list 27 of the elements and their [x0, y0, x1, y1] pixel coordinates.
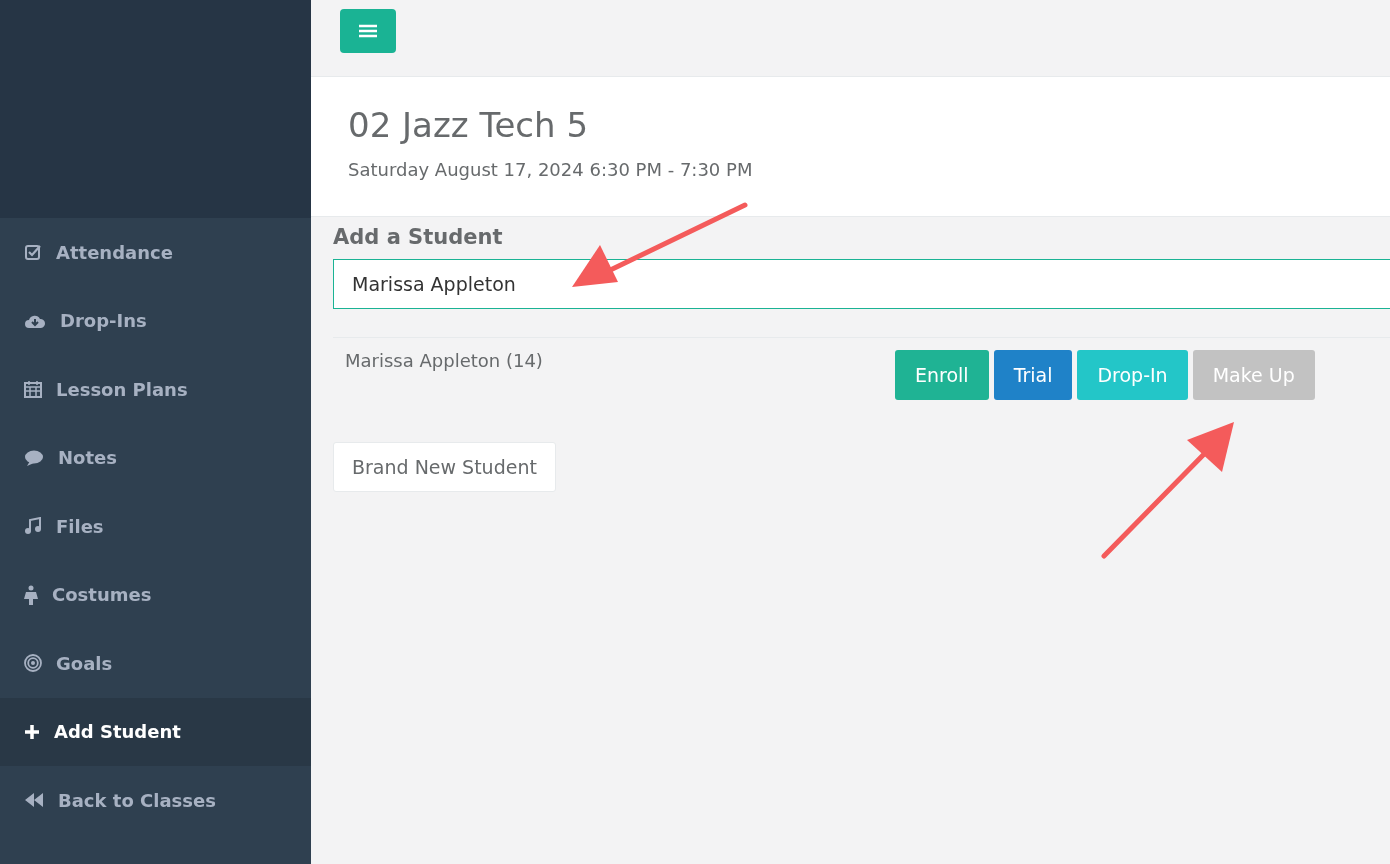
new-student-button[interactable]: Brand New Student	[333, 442, 556, 492]
student-name: Marissa Appleton (14)	[345, 350, 544, 373]
action-button[interactable]: Trial	[993, 350, 1073, 400]
menu-button[interactable]	[340, 9, 396, 53]
section-heading: Add a Student	[333, 225, 504, 249]
menu-icon	[359, 24, 377, 38]
sidebar-item[interactable]: Drop-Ins	[0, 286, 311, 355]
person-icon	[24, 584, 38, 605]
calendar-icon	[24, 380, 42, 399]
sidebar-item[interactable]: Costumes	[0, 560, 311, 629]
sidebar-item[interactable]: Back to Classes	[0, 766, 311, 835]
sidebar-item[interactable]: Goals	[0, 629, 311, 698]
class-schedule: Saturday August 17, 2024 6:30 PM - 7:30 PM	[348, 159, 754, 180]
action-button[interactable]: Enroll	[895, 350, 989, 400]
checkbox-icon	[24, 243, 42, 262]
music-note-icon	[24, 517, 42, 536]
sidebar-item[interactable]: Add Student	[0, 697, 311, 766]
student-search-field[interactable]: Marissa Appleton	[333, 259, 1390, 309]
target-icon	[24, 654, 42, 673]
sidebar-item[interactable]: Notes	[0, 423, 311, 492]
class-title: 02 Jazz Tech 5	[348, 105, 590, 145]
sidebar-item[interactable]: Files	[0, 492, 311, 561]
plus-icon	[24, 723, 40, 740]
double-left-arrow-icon	[24, 792, 44, 809]
speech-bubble-icon	[24, 448, 44, 467]
sidebar-item[interactable]: Lesson Plans	[0, 355, 311, 424]
sidebar-item[interactable]: Attendance	[0, 218, 311, 287]
